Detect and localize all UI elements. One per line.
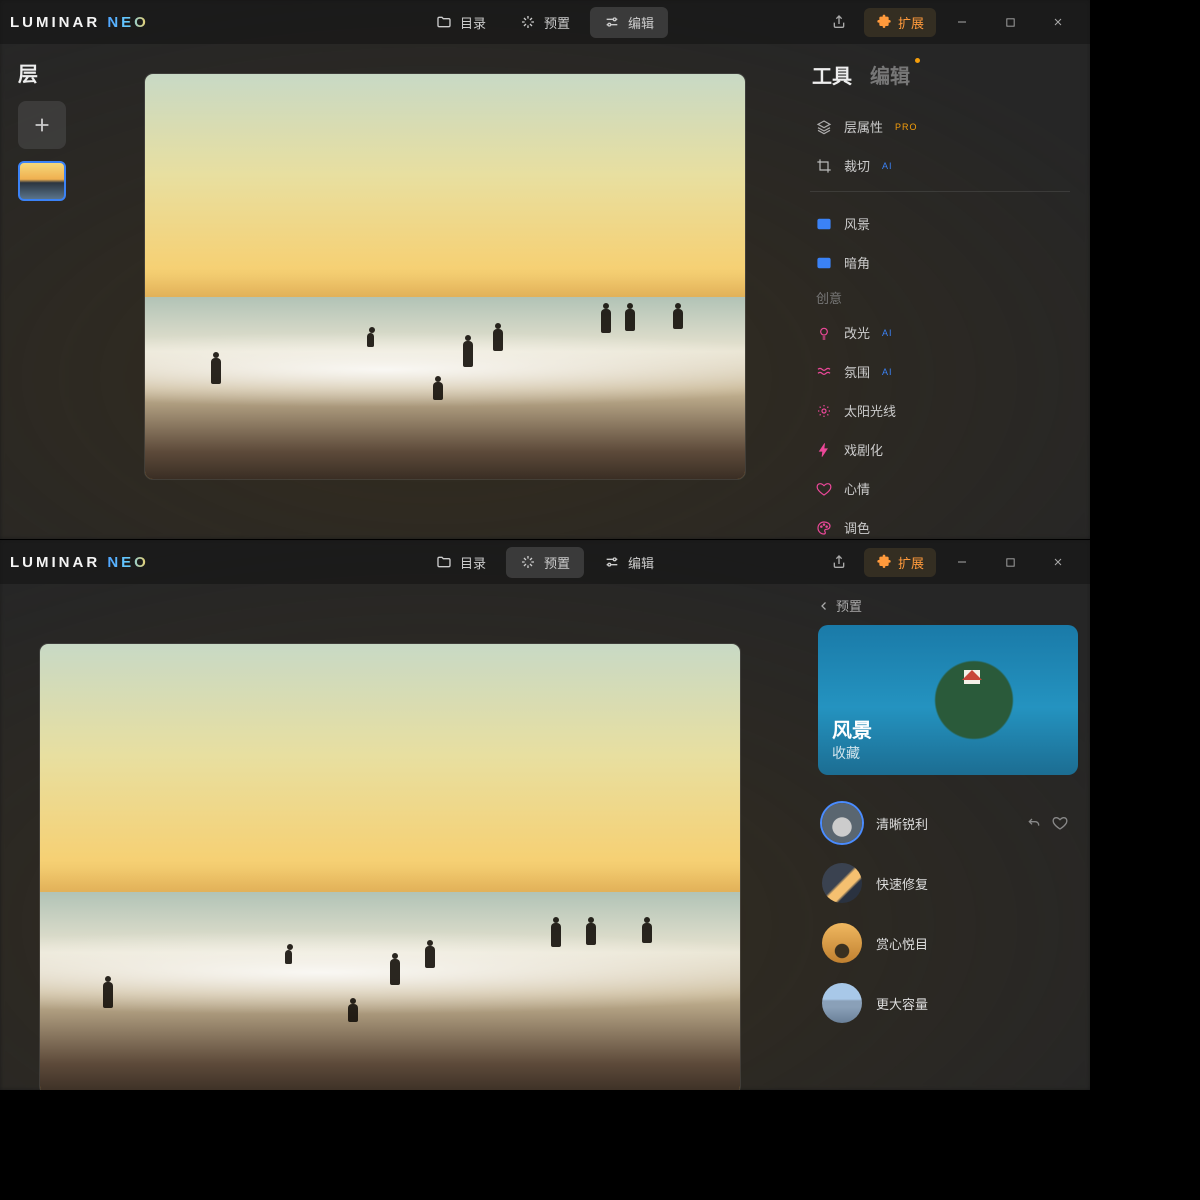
bolt-icon bbox=[816, 442, 832, 458]
bulb-icon bbox=[816, 325, 832, 341]
tool-atmosphere[interactable]: 氛围 AI bbox=[810, 352, 1070, 391]
preset-category-title: 风景 bbox=[832, 714, 872, 743]
tab-catalog[interactable]: 目录 bbox=[422, 547, 500, 578]
preset-thumbnail bbox=[822, 923, 862, 963]
extensions-button[interactable]: 扩展 bbox=[864, 8, 936, 37]
titlebar-bottom: LUMINAR NEO 目录 预置 编辑 扩展 bbox=[0, 540, 1090, 584]
preset-thumbnail bbox=[822, 983, 862, 1023]
extensions-label: 扩展 bbox=[898, 13, 924, 32]
window-maximize[interactable] bbox=[988, 7, 1032, 37]
preset-category-hero[interactable]: 风景 收藏 bbox=[818, 625, 1078, 775]
panel-tab-edit[interactable]: 编辑 bbox=[870, 60, 910, 89]
sliders-icon bbox=[604, 554, 620, 570]
layers-panel: 层 bbox=[0, 44, 90, 539]
layers-title: 层 bbox=[18, 58, 72, 87]
tab-presets[interactable]: 预置 bbox=[506, 7, 584, 38]
tab-edit[interactable]: 编辑 bbox=[590, 7, 668, 38]
window-minimize[interactable] bbox=[940, 547, 984, 577]
add-layer-button[interactable] bbox=[18, 101, 66, 149]
divider bbox=[810, 191, 1070, 192]
titlebar-top: LUMINAR NEO 目录 预置 编辑 扩展 bbox=[0, 0, 1090, 44]
tool-layer-properties[interactable]: 层属性 PRO bbox=[810, 107, 1070, 146]
tab-label: 预置 bbox=[544, 13, 570, 32]
preset-thumbnail bbox=[822, 863, 862, 903]
section-creative: 创意 bbox=[810, 282, 1070, 313]
layers-icon bbox=[816, 119, 832, 135]
tool-landscape[interactable]: 风景 bbox=[810, 204, 1070, 243]
image-icon bbox=[816, 216, 832, 232]
window-close[interactable] bbox=[1036, 7, 1080, 37]
sparkle-icon bbox=[520, 14, 536, 30]
share-icon bbox=[831, 14, 847, 30]
tab-label: 编辑 bbox=[628, 13, 654, 32]
sparkle-icon bbox=[520, 554, 536, 570]
extensions-button[interactable]: 扩展 bbox=[864, 548, 936, 577]
tool-sunrays[interactable]: 太阳光线 bbox=[810, 391, 1070, 430]
sliders-icon bbox=[604, 14, 620, 30]
puzzle-icon bbox=[876, 554, 892, 570]
tool-dramatic[interactable]: 戏剧化 bbox=[810, 430, 1070, 469]
window-maximize[interactable] bbox=[988, 547, 1032, 577]
chevron-left-icon bbox=[818, 598, 830, 614]
tools-panel: 工具 编辑 层属性 PRO 裁切 AI 风景 暗角 创意 bbox=[800, 44, 1090, 539]
tool-toning[interactable]: 调色 bbox=[810, 508, 1070, 540]
ai-badge: AI bbox=[882, 328, 893, 338]
window-close[interactable] bbox=[1036, 547, 1080, 577]
preset-item[interactable]: 赏心悦目 bbox=[818, 913, 1072, 973]
presets-panel: 预置 风景 收藏 清晰锐利 快速修复 bbox=[800, 584, 1090, 1090]
puzzle-icon bbox=[876, 14, 892, 30]
folder-icon bbox=[436, 554, 452, 570]
folder-icon bbox=[436, 14, 452, 30]
tool-crop[interactable]: 裁切 AI bbox=[810, 146, 1070, 185]
canvas-area bbox=[0, 584, 800, 1090]
window-minimize[interactable] bbox=[940, 7, 984, 37]
crop-icon bbox=[816, 158, 832, 174]
tab-label: 目录 bbox=[460, 13, 486, 32]
heart-icon bbox=[816, 481, 832, 497]
vignette-icon bbox=[816, 255, 832, 271]
share-icon bbox=[831, 554, 847, 570]
preset-item[interactable]: 快速修复 bbox=[818, 853, 1072, 913]
canvas-area bbox=[90, 44, 800, 539]
palette-icon bbox=[816, 520, 832, 536]
preset-category-subtitle: 收藏 bbox=[832, 743, 872, 763]
undo-icon[interactable] bbox=[1026, 815, 1042, 831]
tab-catalog[interactable]: 目录 bbox=[422, 7, 500, 38]
main-image[interactable] bbox=[145, 74, 745, 479]
pro-badge: PRO bbox=[895, 122, 918, 132]
share-button[interactable] bbox=[822, 547, 856, 577]
ai-badge: AI bbox=[882, 161, 893, 171]
tab-presets[interactable]: 预置 bbox=[506, 547, 584, 578]
plus-icon bbox=[31, 114, 53, 136]
layer-thumbnail[interactable] bbox=[18, 161, 66, 201]
tool-mood[interactable]: 心情 bbox=[810, 469, 1070, 508]
sun-icon bbox=[816, 403, 832, 419]
tool-relight[interactable]: 改光 AI bbox=[810, 313, 1070, 352]
app-logo: LUMINAR NEO bbox=[10, 14, 149, 31]
ai-badge: AI bbox=[882, 367, 893, 377]
preset-thumbnail bbox=[822, 803, 862, 843]
heart-icon[interactable] bbox=[1052, 815, 1068, 831]
tool-vignette[interactable]: 暗角 bbox=[810, 243, 1070, 282]
preset-item[interactable]: 清晰锐利 bbox=[818, 793, 1072, 853]
waves-icon bbox=[816, 364, 832, 380]
app-logo: LUMINAR NEO bbox=[10, 554, 149, 571]
share-button[interactable] bbox=[822, 7, 856, 37]
preset-item[interactable]: 更大容量 bbox=[818, 973, 1072, 1033]
presets-back[interactable]: 预置 bbox=[818, 596, 1072, 615]
panel-tab-tools[interactable]: 工具 bbox=[812, 60, 852, 89]
main-image[interactable] bbox=[40, 644, 740, 1090]
tab-edit[interactable]: 编辑 bbox=[590, 547, 668, 578]
